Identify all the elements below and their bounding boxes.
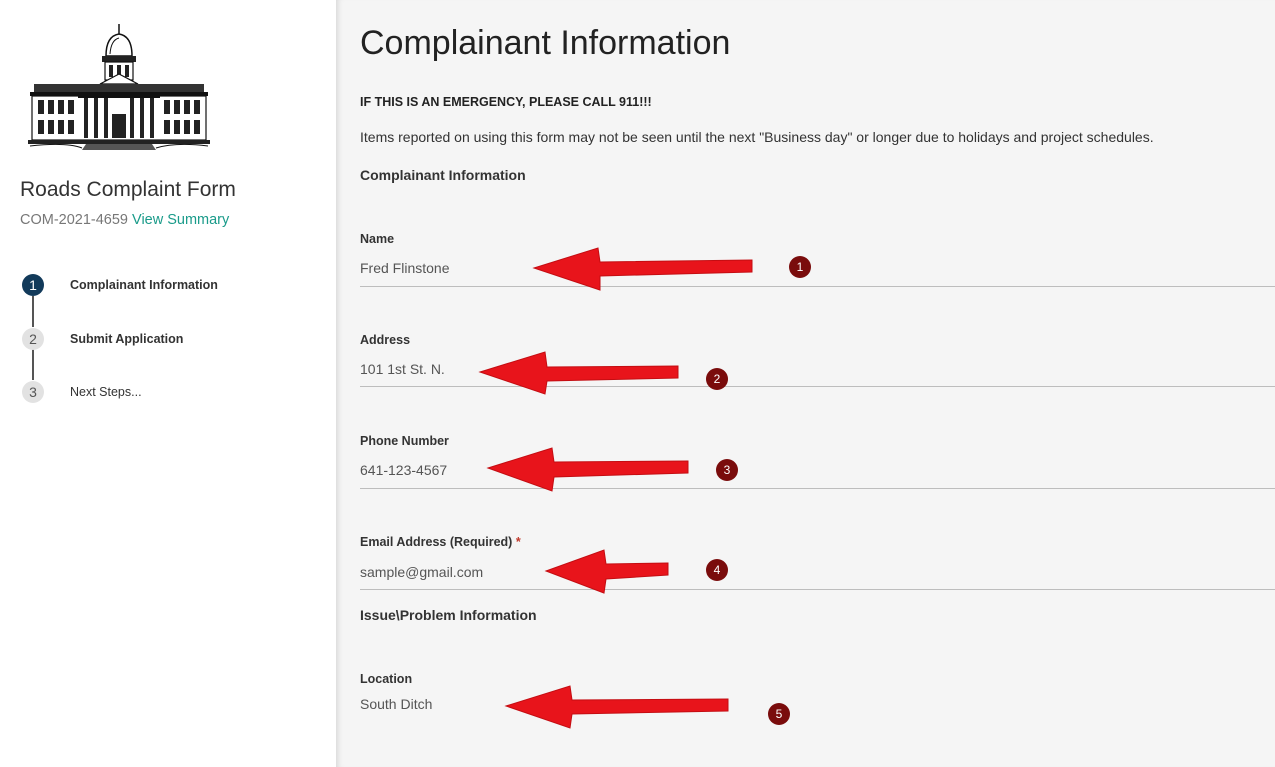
step-label: Next Steps... (70, 385, 142, 399)
record-line: COM-2021-4659 View Summary (20, 212, 229, 228)
step-connector (32, 296, 34, 327)
annotation-marker: 4 (706, 559, 728, 581)
address-value[interactable]: 101 1st St. N. (360, 361, 445, 377)
name-value[interactable]: Fred Flinstone (360, 260, 449, 276)
emergency-notice: IF THIS IS AN EMERGENCY, PLEASE CALL 911… (360, 95, 652, 109)
annotation-marker: 2 (706, 368, 728, 390)
address-underline (360, 386, 1275, 387)
step-number: 1 (22, 274, 44, 296)
address-label: Address (360, 333, 411, 347)
step-number: 2 (22, 328, 44, 350)
required-asterisk: * (515, 535, 521, 549)
step-number: 3 (22, 381, 44, 403)
phone-underline (360, 488, 1275, 489)
page-title: Complainant Information (360, 24, 731, 62)
email-label: Email Address (Required) (360, 535, 513, 549)
sidebar: Roads Complaint Form COM-2021-4659 View … (0, 0, 336, 767)
step-connector (32, 349, 34, 380)
record-number: COM-2021-4659 (20, 212, 128, 228)
name-underline (360, 286, 1275, 287)
location-value[interactable]: South Ditch (360, 696, 432, 712)
main-panel (336, 0, 1275, 767)
phone-field[interactable]: Phone Number 641-123-4567 (360, 434, 1275, 489)
section-heading-complainant: Complainant Information (360, 167, 526, 183)
step-complainant-information[interactable]: 1 Complainant Information (22, 274, 322, 296)
phone-label: Phone Number (360, 434, 449, 448)
form-title: Roads Complaint Form (20, 178, 236, 201)
name-field[interactable]: Name Fred Flinstone (360, 232, 1275, 287)
name-label: Name (360, 232, 395, 246)
location-field[interactable]: Location South Ditch (360, 672, 1275, 712)
step-label: Submit Application (70, 332, 184, 346)
annotation-marker: 3 (716, 459, 738, 481)
step-submit-application[interactable]: 2 Submit Application (22, 328, 322, 350)
business-day-notice: Items reported on using this form may no… (360, 129, 1154, 145)
location-label: Location (360, 672, 413, 686)
address-field[interactable]: Address 101 1st St. N. (360, 333, 1275, 387)
email-value[interactable]: sample@gmail.com (360, 564, 483, 580)
email-label-row: Email Address (Required) * (360, 535, 1275, 549)
phone-value[interactable]: 641-123-4567 (360, 462, 447, 478)
view-summary-link[interactable]: View Summary (132, 212, 229, 228)
courthouse-logo (28, 24, 210, 150)
section-heading-issue: Issue\Problem Information (360, 607, 537, 623)
step-next-steps[interactable]: 3 Next Steps... (22, 381, 322, 403)
annotation-marker: 1 (789, 256, 811, 278)
step-label: Complainant Information (70, 278, 218, 292)
email-underline (360, 589, 1275, 590)
annotation-marker: 5 (768, 703, 790, 725)
email-field[interactable]: Email Address (Required) * sample@gmail.… (360, 535, 1275, 590)
